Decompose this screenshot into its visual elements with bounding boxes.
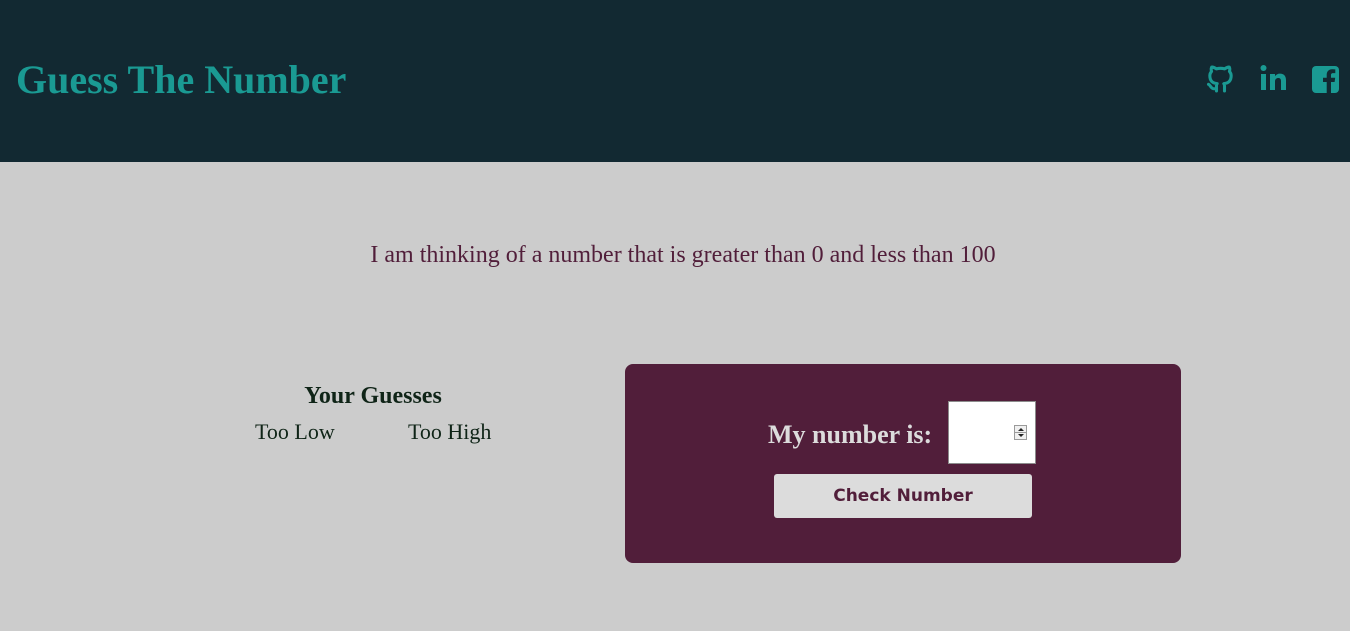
site-header: Guess The Number bbox=[0, 0, 1350, 162]
spin-down-icon[interactable] bbox=[1018, 434, 1024, 437]
linkedin-icon bbox=[1260, 65, 1286, 90]
linkedin-link[interactable] bbox=[1259, 63, 1289, 95]
too-low-label: Too Low bbox=[255, 419, 335, 444]
github-icon bbox=[1206, 65, 1233, 93]
guesses-section: Your Guesses Too Low Too High bbox=[240, 380, 506, 444]
number-label: My number is: bbox=[768, 420, 933, 449]
spinner-divider bbox=[1015, 432, 1026, 433]
facebook-icon bbox=[1312, 66, 1339, 93]
intro-text: I am thinking of a number that is greate… bbox=[370, 242, 996, 268]
check-number-button[interactable]: Check Number bbox=[774, 474, 1032, 518]
number-spinner[interactable] bbox=[1014, 425, 1027, 440]
github-link[interactable] bbox=[1204, 63, 1237, 95]
guess-form-panel: My number is: Check Number bbox=[625, 364, 1181, 563]
guesses-title: Your Guesses bbox=[304, 383, 442, 409]
spin-up-icon[interactable] bbox=[1018, 428, 1024, 431]
site-title: Guess The Number bbox=[16, 57, 347, 102]
too-high-label: Too High bbox=[408, 419, 492, 444]
facebook-link[interactable] bbox=[1311, 63, 1340, 95]
